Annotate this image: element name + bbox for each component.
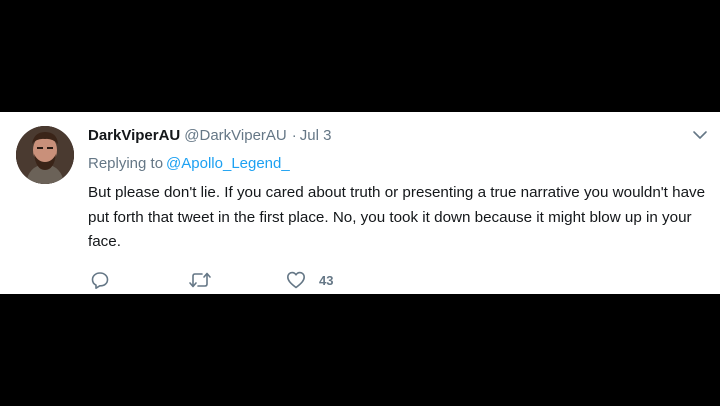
display-name[interactable]: DarkViperAU — [88, 127, 180, 144]
heart-icon — [287, 271, 305, 289]
retweet-button[interactable] — [188, 269, 212, 291]
retweet-icon — [189, 272, 211, 288]
separator-dot: · — [291, 127, 297, 144]
user-handle[interactable]: @DarkViperAU — [184, 127, 286, 144]
replying-to: Replying to @Apollo_Legend_ — [88, 155, 290, 173]
tweet-card[interactable]: DarkViperAU @DarkViperAU · Jul 3 Replying t… — [0, 112, 720, 294]
avatar[interactable] — [16, 126, 74, 184]
chevron-down-icon[interactable] — [692, 128, 708, 140]
replying-to-handle-link[interactable]: @Apollo_Legend_ — [166, 155, 290, 172]
tweet-header: DarkViperAU @DarkViperAU · Jul 3 — [88, 127, 331, 145]
like-count: 43 — [319, 272, 334, 288]
reply-icon — [91, 272, 109, 289]
avatar-image — [16, 126, 74, 184]
reply-button[interactable] — [90, 269, 110, 291]
like-button[interactable]: 43 — [286, 269, 333, 291]
replying-to-label: Replying to — [88, 155, 164, 172]
tweet-date[interactable]: Jul 3 — [300, 127, 332, 144]
tweet-text: But please don't lie. If you cared about… — [88, 184, 706, 250]
tweet-actions: 43 — [90, 269, 390, 291]
